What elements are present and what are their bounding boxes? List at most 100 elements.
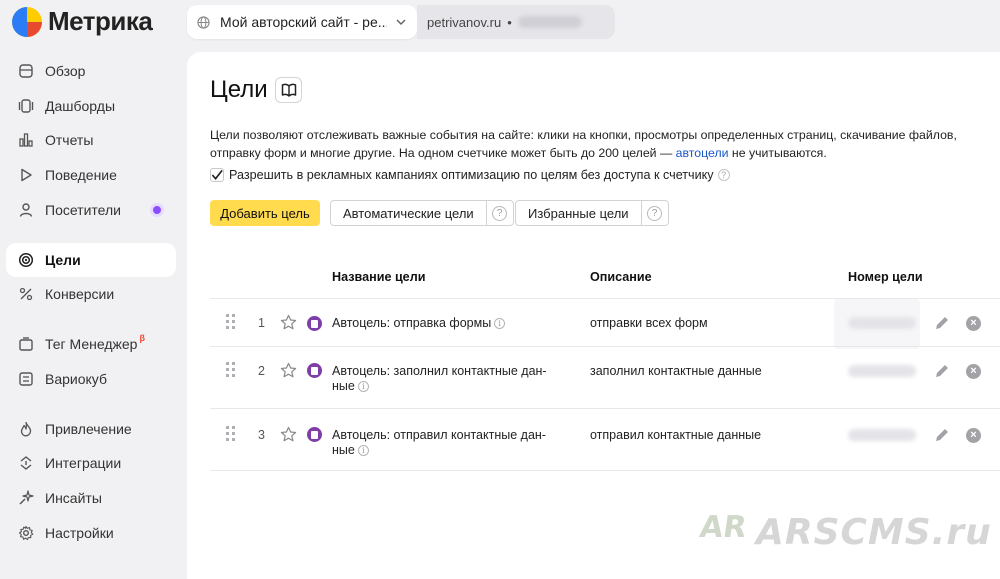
watermark-logo: AR [697, 510, 749, 545]
column-header-name[interactable]: Название цели [332, 270, 425, 284]
watermark: AR ARSCMS.ru [697, 510, 992, 556]
goal-name[interactable]: Автоцель: отправил контактные дан-ные i [332, 428, 554, 458]
watermark-text: ARSCMS.ru [756, 512, 992, 553]
auto-goals-help[interactable]: ? [487, 201, 513, 225]
sidebar-item-label: Конверсии [45, 286, 115, 302]
description-text-end: не учитываются. [728, 146, 827, 160]
goal-name[interactable]: Автоцель: отправка формы i [332, 316, 554, 331]
help-icon[interactable]: ? [717, 169, 730, 181]
delete-icon[interactable]: × [966, 364, 981, 379]
home-icon [18, 63, 34, 79]
main-panel: Цели Цели позволяют отслеживать важные с… [187, 52, 1000, 579]
beta-badge: β [139, 333, 145, 343]
pencil-icon[interactable] [934, 427, 950, 443]
percent-icon [18, 286, 34, 302]
tag-icon [18, 336, 34, 352]
add-goal-button[interactable]: Добавить цель [210, 200, 320, 226]
goal-name[interactable]: Автоцель: заполнил контактные дан-ные i [332, 364, 554, 394]
auto-goals-button-group: Автоматические цели ? [330, 200, 514, 226]
favorite-goals-button[interactable]: Избранные цели [516, 201, 642, 225]
play-icon [18, 167, 34, 183]
bar-chart-icon [18, 132, 34, 148]
table-row[interactable]: 1 Автоцель: отправка формы i отправки все… [210, 298, 1000, 349]
goal-name-text: Автоцель: отправка формы [332, 316, 492, 330]
auto-goals-button[interactable]: Автоматические цели [331, 201, 487, 225]
row-number: 2 [258, 364, 265, 378]
goals-description: Цели позволяют отслеживать важные событи… [210, 126, 970, 162]
target-icon [18, 252, 34, 268]
logo[interactable]: Метрика [12, 6, 153, 37]
sidebar-item-goals[interactable]: Цели [6, 243, 176, 277]
counter-id-blurred [517, 16, 582, 28]
sidebar-item-conversions[interactable]: Конверсии [6, 277, 176, 311]
flame-icon [18, 421, 34, 437]
page-title: Цели [210, 76, 268, 103]
sidebar-item-tag-manager[interactable]: Тег Менеджер β [6, 327, 176, 361]
chevron-down-icon [396, 19, 406, 26]
sidebar-item-integrations[interactable]: Интеграции [6, 446, 176, 480]
info-icon[interactable]: i [357, 381, 369, 393]
sidebar-item-label: Посетители [45, 202, 121, 218]
goal-id-blurred [848, 429, 916, 441]
docs-button[interactable] [275, 77, 302, 103]
separator-dot: • [507, 14, 512, 30]
goal-description: заполнил контактные данные [590, 364, 762, 378]
sidebar-item-label: Поведение [45, 167, 117, 183]
sidebar-item-overview[interactable]: Обзор [6, 54, 176, 88]
sparkle-icon [18, 490, 34, 506]
top-bar: Метрика Мой авторский сайт - ре... petri… [0, 0, 1000, 44]
sidebar-item-label: Отчеты [45, 132, 94, 148]
logo-text: Метрика [48, 6, 153, 36]
star-icon[interactable] [280, 314, 297, 331]
sidebar-item-insights[interactable]: Инсайты [6, 481, 176, 515]
drag-handle-icon[interactable] [226, 362, 236, 378]
autogoals-link[interactable]: автоцели [676, 146, 729, 160]
column-header-description[interactable]: Описание [590, 270, 652, 284]
sidebar-item-dashboards[interactable]: Дашборды [6, 89, 176, 123]
checkmark-icon [211, 169, 223, 180]
sidebar-item-acquisition[interactable]: Привлечение [6, 412, 176, 446]
sidebar-item-label: Привлечение [45, 421, 132, 437]
table-row[interactable]: 3 Автоцель: отправил контактные дан-ные i… [210, 408, 1000, 471]
form-goal-icon [307, 316, 322, 331]
sidebar-item-visitors[interactable]: Посетители [6, 193, 176, 227]
checkbox-label: Разрешить в рекламных кампаниях оптимиза… [229, 168, 714, 182]
sidebar-item-label: Вариокуб [45, 371, 107, 387]
site-selector[interactable]: Мой авторский сайт - ре... [187, 5, 417, 39]
pencil-icon[interactable] [934, 315, 950, 331]
optimization-checkbox[interactable] [210, 168, 224, 182]
column-header-id[interactable]: Номер цели [848, 270, 923, 284]
star-icon[interactable] [280, 362, 297, 379]
table-row[interactable]: 2 Автоцель: заполнил контактные дан-ные i… [210, 346, 1000, 408]
info-icon[interactable]: i [357, 445, 369, 457]
pencil-icon[interactable] [934, 363, 950, 379]
star-icon[interactable] [280, 426, 297, 443]
delete-icon[interactable]: × [966, 316, 981, 331]
description-text: Цели позволяют отслеживать важные событи… [210, 128, 957, 160]
gear-icon [18, 525, 34, 541]
goal-description: отправил контактные данные [590, 428, 762, 442]
help-icon: ? [647, 205, 663, 221]
sidebar-item-variocube[interactable]: Вариокуб [6, 362, 176, 396]
goal-id-blurred [848, 317, 916, 329]
delete-icon[interactable]: × [966, 428, 981, 443]
sidebar-item-label: Настройки [45, 525, 114, 541]
sidebar-item-settings[interactable]: Настройки [6, 516, 176, 550]
contact-goal-icon [307, 427, 322, 442]
counter-domain: petrivanov.ru [427, 14, 502, 30]
person-icon [18, 202, 34, 218]
drag-handle-icon[interactable] [226, 314, 236, 330]
favorite-goals-help[interactable]: ? [642, 201, 668, 225]
goal-description: отправки всех форм [590, 316, 708, 330]
row-number: 3 [258, 428, 265, 442]
goal-id-blurred [848, 365, 916, 377]
info-icon[interactable]: i [494, 318, 506, 330]
integrations-icon [18, 455, 34, 471]
help-icon: ? [492, 205, 508, 221]
counter-info[interactable]: petrivanov.ru • [417, 5, 615, 39]
sidebar-item-reports[interactable]: Отчеты [6, 123, 176, 157]
drag-handle-icon[interactable] [226, 426, 236, 442]
notification-badge [150, 203, 164, 217]
sidebar-item-behavior[interactable]: Поведение [6, 158, 176, 192]
row-number: 1 [258, 316, 265, 330]
